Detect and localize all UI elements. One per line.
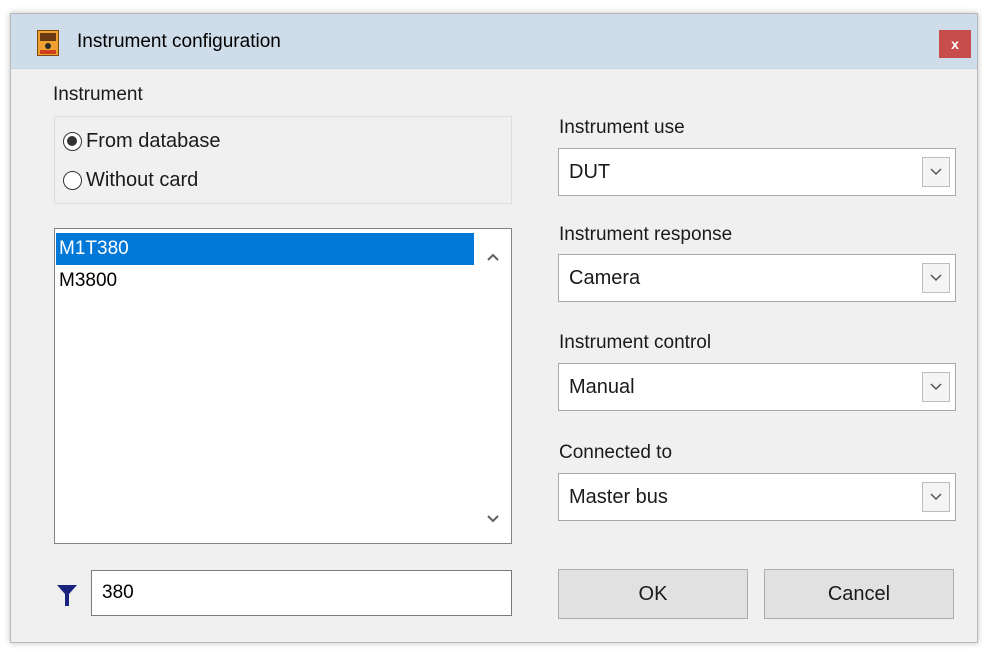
chevron-down-icon[interactable] — [922, 157, 950, 187]
connected-to-value: Master bus — [569, 486, 668, 508]
chevron-down-icon[interactable] — [922, 372, 950, 402]
instrument-control-label: Instrument control — [559, 332, 712, 353]
scroll-down-icon[interactable] — [485, 511, 501, 527]
instrument-group-label: Instrument — [53, 84, 143, 105]
instrument-response-select[interactable]: Camera — [558, 254, 956, 302]
instrument-control-select[interactable]: Manual — [558, 363, 956, 411]
chevron-down-icon[interactable] — [922, 263, 950, 293]
radio-from-database-label: From database — [86, 130, 221, 152]
instrument-use-value: DUT — [569, 161, 611, 183]
list-item[interactable]: M1T380 — [56, 233, 474, 265]
instrument-config-dialog: Instrument configuration x Instrument Fr… — [10, 13, 978, 643]
instrument-response-value: Camera — [569, 267, 641, 289]
connected-to-select[interactable]: Master bus — [558, 473, 956, 521]
radio-without-card-label: Without card — [86, 169, 199, 191]
funnel-icon — [57, 585, 77, 606]
radio-checked-icon[interactable] — [63, 132, 82, 151]
radio-from-database[interactable]: From database — [63, 130, 221, 153]
scroll-up-icon[interactable] — [485, 249, 501, 265]
radio-unchecked-icon[interactable] — [63, 171, 82, 190]
instrument-use-label: Instrument use — [559, 117, 685, 138]
connected-to-label: Connected to — [559, 442, 673, 463]
instrument-use-select[interactable]: DUT — [558, 148, 956, 196]
title-bar[interactable]: Instrument configuration x — [11, 14, 977, 69]
radio-without-card[interactable]: Without card — [63, 169, 198, 192]
list-item[interactable]: M3800 — [56, 265, 474, 297]
instrument-source-group: From database Without card — [54, 116, 512, 204]
instrument-control-value: Manual — [569, 376, 635, 398]
close-button[interactable]: x — [939, 30, 971, 58]
cancel-button[interactable]: Cancel — [764, 569, 954, 619]
filter-input[interactable] — [91, 570, 512, 616]
ok-button[interactable]: OK — [558, 569, 748, 619]
list-scrollbar[interactable] — [475, 229, 511, 543]
chevron-down-icon[interactable] — [922, 482, 950, 512]
close-icon: x — [951, 36, 959, 52]
window-title: Instrument configuration — [77, 31, 281, 52]
instrument-response-label: Instrument response — [559, 224, 733, 245]
instrument-list[interactable]: M1T380 M3800 — [54, 228, 512, 544]
app-icon — [37, 30, 59, 56]
